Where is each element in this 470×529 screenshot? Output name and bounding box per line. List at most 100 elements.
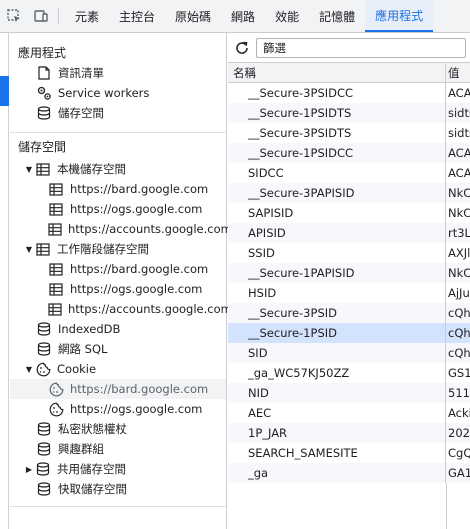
sidebar-item-session-storage-origin[interactable]: https://ogs.google.com xyxy=(10,279,226,299)
table-row[interactable]: __Secure-1PSIDTSsidts xyxy=(228,103,470,123)
table-row[interactable]: __Secure-3PSID cQh xyxy=(228,303,470,323)
cookie-name-cell[interactable]: __Secure-1PSIDTS xyxy=(228,103,446,123)
cookie-name-cell[interactable]: __Secure-1PSID xyxy=(228,323,446,343)
table-row[interactable]: SSID AXJl xyxy=(228,243,470,263)
sidebar-item-shared-storage[interactable]: ▶ 共用儲存空間 xyxy=(10,459,226,479)
inspect-element-icon[interactable] xyxy=(0,0,27,32)
cookie-name-cell[interactable]: NID xyxy=(228,383,446,403)
cookie-name-cell[interactable]: __Secure-3PSID xyxy=(228,303,446,323)
cookie-value-cell[interactable]: cQh xyxy=(446,323,470,343)
table-row[interactable]: SAPISID NkC xyxy=(228,203,470,223)
sidebar-item-session-storage-origin[interactable]: https://accounts.google.com xyxy=(10,299,232,319)
cookie-name-cell[interactable]: 1P_JAR xyxy=(228,423,446,443)
cookie-name-cell[interactable]: AEC xyxy=(228,403,446,423)
tab-sources[interactable]: 原始碼 xyxy=(165,0,221,32)
cookie-name-cell[interactable]: SEARCH_SAMESITE xyxy=(228,443,446,463)
table-row[interactable]: _gaGA1. xyxy=(228,463,470,483)
cookie-name-cell[interactable]: __Secure-1PAPISID xyxy=(228,263,446,283)
sidebar-item-session-storage-origin[interactable]: https://bard.google.com xyxy=(10,259,226,279)
filter-input[interactable]: 篩選 xyxy=(256,37,466,58)
table-row[interactable]: SID cQh xyxy=(228,343,470,363)
column-header-name[interactable]: 名稱 xyxy=(228,63,446,82)
cookie-value-cell[interactable]: AjJu xyxy=(446,283,470,303)
cookie-name-cell[interactable]: __Secure-3PAPISID xyxy=(228,183,446,203)
cookie-value-cell[interactable]: sidts xyxy=(446,123,470,143)
cookie-value-cell[interactable]: NkC xyxy=(446,203,470,223)
refresh-icon[interactable] xyxy=(228,33,256,63)
device-toolbar-icon[interactable] xyxy=(27,0,54,32)
sidebar-item-local-storage[interactable]: ▼ 本機儲存空間 xyxy=(10,159,226,179)
cookie-value-cell[interactable]: Acki xyxy=(446,403,470,423)
cookie-name-cell[interactable]: _ga xyxy=(228,463,446,483)
expanded-triangle-icon[interactable]: ▼ xyxy=(24,164,34,174)
sidebar-item-service-workers[interactable]: Service workers xyxy=(10,83,226,103)
table-row[interactable]: __Secure-1PSID cQh xyxy=(228,323,470,343)
cookie-name-cell[interactable]: SIDCC xyxy=(228,163,446,183)
table-row[interactable]: AEC Acki xyxy=(228,403,470,423)
tab-application[interactable]: 應用程式 xyxy=(365,0,434,32)
table-row[interactable]: __Secure-3PSIDTSsidts xyxy=(228,123,470,143)
cookie-value-cell[interactable]: ACA xyxy=(446,83,470,103)
cookie-value-cell[interactable]: ACA xyxy=(446,143,470,163)
table-row[interactable]: __Secure-3PAPISID NkC xyxy=(228,183,470,203)
sidebar-item-interest-groups[interactable]: 興趣群組 xyxy=(10,439,226,459)
sidebar-item-label: 本機儲存空間 xyxy=(57,162,126,176)
sidebar-item-session-storage[interactable]: ▼ 工作階段儲存空間 xyxy=(10,239,226,259)
sidebar-item-local-storage-origin[interactable]: https://bard.google.com xyxy=(10,179,226,199)
cookie-value-cell[interactable]: GA1. xyxy=(446,463,470,483)
document-icon xyxy=(36,65,52,81)
table-row[interactable]: SEARCH_SAMESITE CgQ xyxy=(228,443,470,463)
expanded-triangle-icon[interactable]: ▼ xyxy=(24,364,34,374)
table-row[interactable]: _ga_WC57KJ50ZZGS1. xyxy=(228,363,470,383)
table-row[interactable]: __Secure-1PSIDCC ACA xyxy=(228,143,470,163)
cookie-value-cell[interactable]: cQh xyxy=(446,343,470,363)
cookie-value-cell[interactable]: 2023 xyxy=(446,423,470,443)
table-row[interactable]: NID511= xyxy=(228,383,470,403)
cookie-name-cell[interactable]: APISID xyxy=(228,223,446,243)
expanded-triangle-icon[interactable]: ▼ xyxy=(24,244,34,254)
table-row[interactable]: SIDCC ACA xyxy=(228,163,470,183)
table-row[interactable]: __Secure-1PAPISID NkC xyxy=(228,263,470,283)
tab-network[interactable]: 網路 xyxy=(221,0,265,32)
sidebar-item-manifest[interactable]: 資訊清單 xyxy=(10,63,226,83)
cookie-value-cell[interactable]: sidts xyxy=(446,103,470,123)
cookie-value-cell[interactable]: AXJl xyxy=(446,243,470,263)
table-row[interactable]: APISIDrt3Ll xyxy=(228,223,470,243)
cookie-value-cell[interactable]: NkC xyxy=(446,263,470,283)
cookie-value-cell[interactable]: rt3Ll xyxy=(446,223,470,243)
sidebar-item-local-storage-origin[interactable]: https://ogs.google.com xyxy=(10,199,226,219)
cookie-name-cell[interactable]: _ga_WC57KJ50ZZ xyxy=(228,363,446,383)
cookie-name-cell[interactable]: SAPISID xyxy=(228,203,446,223)
section-storage-header: 儲存空間 xyxy=(18,139,67,154)
sidebar-item-storage[interactable]: 儲存空間 xyxy=(10,103,226,123)
cookie-value-cell[interactable]: ACA xyxy=(446,163,470,183)
sidebar-item-indexeddb[interactable]: IndexedDB xyxy=(10,319,226,339)
sidebar-item-cache-storage[interactable]: 快取儲存空間 xyxy=(10,479,226,499)
collapsed-triangle-icon[interactable]: ▶ xyxy=(24,464,34,474)
cookie-value-cell[interactable]: GS1. xyxy=(446,363,470,383)
cookie-name-cell[interactable]: SID xyxy=(228,343,446,363)
sidebar-item-web-sql[interactable]: 網路 SQL xyxy=(10,339,226,359)
cookie-value-cell[interactable]: cQh xyxy=(446,303,470,323)
cookie-value-cell[interactable]: 511= xyxy=(446,383,470,403)
sidebar-item-cookie-origin-selected[interactable]: https://bard.google.com xyxy=(10,379,226,399)
cookie-value-cell[interactable]: NkC xyxy=(446,183,470,203)
cookie-name-cell[interactable]: __Secure-3PSIDTS xyxy=(228,123,446,143)
cookie-value-cell[interactable]: CgQ xyxy=(446,443,470,463)
tab-console[interactable]: 主控台 xyxy=(109,0,165,32)
cookie-name-cell[interactable]: __Secure-1PSIDCC xyxy=(228,143,446,163)
cookie-name-cell[interactable]: HSID xyxy=(228,283,446,303)
table-row[interactable]: 1P_JAR2023 xyxy=(228,423,470,443)
table-row[interactable]: HSID AjJu xyxy=(228,283,470,303)
cookie-name-cell[interactable]: __Secure-3PSIDCC xyxy=(228,83,446,103)
sidebar-item-cookies[interactable]: ▼ Cookie xyxy=(10,359,226,379)
cookie-name-cell[interactable]: SSID xyxy=(228,243,446,263)
sidebar-item-private-state-tokens[interactable]: 私密狀態權杖 xyxy=(10,419,226,439)
sidebar-item-cookie-origin[interactable]: https://ogs.google.com xyxy=(10,399,226,419)
tab-elements[interactable]: 元素 xyxy=(65,0,109,32)
column-header-value[interactable]: 值 xyxy=(446,63,470,82)
tab-performance[interactable]: 效能 xyxy=(265,0,309,32)
table-row[interactable]: __Secure-3PSIDCC ACA xyxy=(228,83,470,103)
tab-memory[interactable]: 記憶體 xyxy=(309,0,365,32)
sidebar-item-local-storage-origin[interactable]: https://accounts.google.com xyxy=(10,219,232,239)
